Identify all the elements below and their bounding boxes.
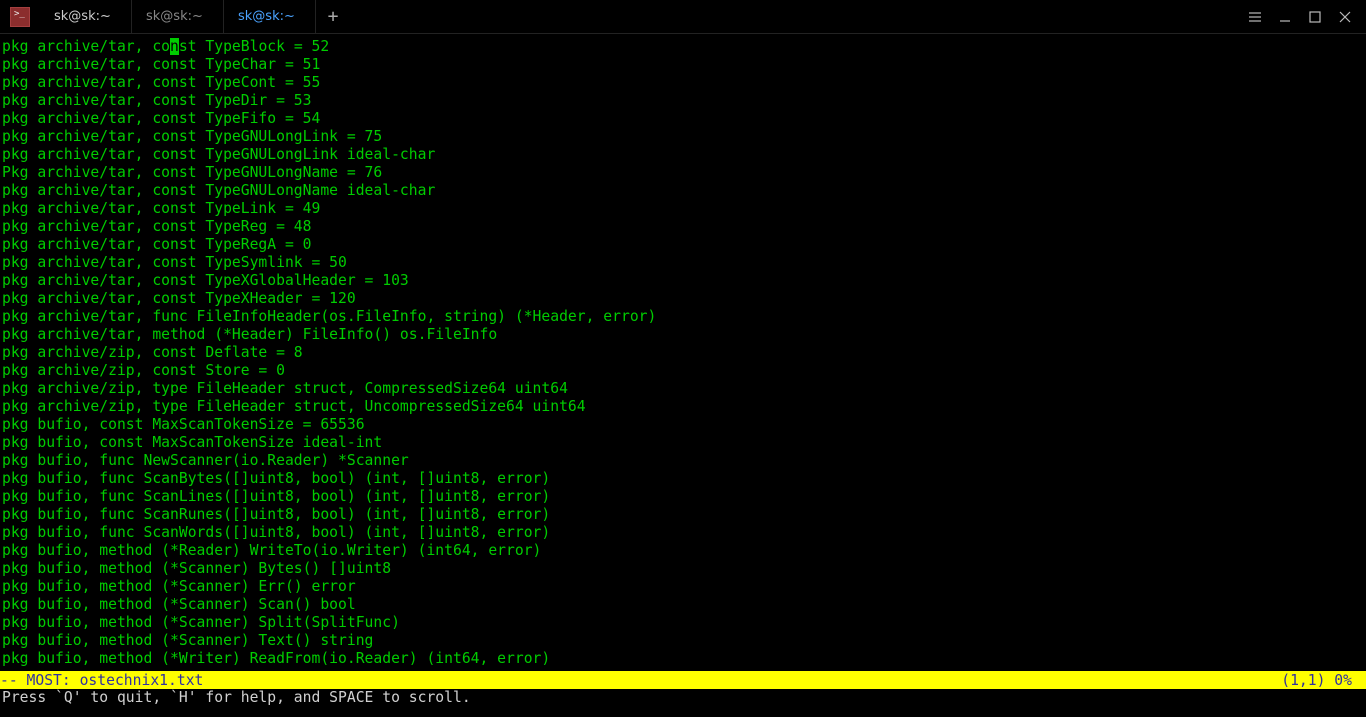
terminal-line: pkg bufio, method (*Scanner) Split(Split… <box>2 614 1364 632</box>
most-status-bar: -- MOST: ostechnix1.txt (1,1) 0% <box>0 671 1366 689</box>
titlebar-spacer <box>350 0 1234 33</box>
tabs: sk@sk:~ sk@sk:~ sk@sk:~ <box>40 0 316 33</box>
window-controls <box>1234 0 1366 33</box>
status-right: (1,1) 0% <box>1281 672 1362 689</box>
terminal-line: pkg bufio, method (*Reader) WriteTo(io.W… <box>2 542 1364 560</box>
terminal-line: pkg archive/tar, const TypeChar = 51 <box>2 56 1364 74</box>
terminal-line: pkg archive/tar, const TypeFifo = 54 <box>2 110 1364 128</box>
terminal-line: pkg archive/tar, const TypeRegA = 0 <box>2 236 1364 254</box>
terminal-line: Pkg archive/tar, const TypeGNULongName =… <box>2 164 1364 182</box>
terminal-line: pkg bufio, method (*Scanner) Text() stri… <box>2 632 1364 650</box>
window-maximize-icon[interactable] <box>1308 10 1322 24</box>
window-close-icon[interactable] <box>1338 10 1352 24</box>
tab-label: sk@sk:~ <box>238 9 295 24</box>
terminal-line: pkg archive/tar, method (*Header) FileIn… <box>2 326 1364 344</box>
terminal-line: pkg bufio, method (*Scanner) Bytes() []u… <box>2 560 1364 578</box>
terminal-line: pkg archive/tar, const TypeGNULongName i… <box>2 182 1364 200</box>
terminal-line: pkg archive/tar, const TypeCont = 55 <box>2 74 1364 92</box>
window-minimize-icon[interactable] <box>1278 10 1292 24</box>
terminal-line: pkg bufio, method (*Scanner) Scan() bool <box>2 596 1364 614</box>
terminal-line: pkg archive/tar, func FileInfoHeader(os.… <box>2 308 1364 326</box>
terminal-line: pkg archive/tar, const TypeBlock = 52 <box>2 38 1364 56</box>
terminal-line: pkg bufio, method (*Writer) ReadFrom(io.… <box>2 650 1364 668</box>
status-left: -- MOST: ostechnix1.txt <box>0 672 203 689</box>
terminal-line: pkg bufio, func ScanRunes([]uint8, bool)… <box>2 506 1364 524</box>
tab-0[interactable]: sk@sk:~ <box>40 0 132 33</box>
terminal-line: pkg archive/tar, const TypeXHeader = 120 <box>2 290 1364 308</box>
terminal-app-icon <box>0 0 40 33</box>
terminal-line: pkg bufio, func ScanWords([]uint8, bool)… <box>2 524 1364 542</box>
titlebar: sk@sk:~ sk@sk:~ sk@sk:~ + <box>0 0 1366 34</box>
terminal-line: pkg archive/zip, type FileHeader struct,… <box>2 398 1364 416</box>
terminal-line: pkg archive/tar, const TypeXGlobalHeader… <box>2 272 1364 290</box>
new-tab-button[interactable]: + <box>316 0 350 33</box>
tab-2[interactable]: sk@sk:~ <box>224 0 316 33</box>
terminal-icon <box>10 7 30 27</box>
terminal-line: pkg archive/tar, const TypeGNULongLink =… <box>2 128 1364 146</box>
tab-1[interactable]: sk@sk:~ <box>132 0 224 33</box>
terminal-line: pkg archive/tar, const TypeReg = 48 <box>2 218 1364 236</box>
terminal-line: pkg bufio, const MaxScanTokenSize ideal-… <box>2 434 1364 452</box>
terminal-line: pkg archive/tar, const TypeGNULongLink i… <box>2 146 1364 164</box>
terminal-line: pkg bufio, method (*Scanner) Err() error <box>2 578 1364 596</box>
terminal-output[interactable]: pkg archive/tar, const TypeBlock = 52pkg… <box>0 34 1366 668</box>
terminal-line: pkg bufio, func ScanLines([]uint8, bool)… <box>2 488 1364 506</box>
terminal-line: pkg archive/zip, const Store = 0 <box>2 362 1364 380</box>
terminal-line: pkg bufio, func ScanBytes([]uint8, bool)… <box>2 470 1364 488</box>
terminal-line: pkg archive/tar, const TypeLink = 49 <box>2 200 1364 218</box>
terminal-line: pkg bufio, const MaxScanTokenSize = 6553… <box>2 416 1364 434</box>
terminal-line: pkg archive/tar, const TypeSymlink = 50 <box>2 254 1364 272</box>
text-cursor: n <box>170 38 179 55</box>
plus-icon: + <box>328 6 339 27</box>
terminal-line: pkg bufio, func NewScanner(io.Reader) *S… <box>2 452 1364 470</box>
most-hint-line: Press `Q' to quit, `H' for help, and SPA… <box>0 689 1366 707</box>
tab-label: sk@sk:~ <box>146 9 203 24</box>
terminal-line: pkg archive/tar, const TypeDir = 53 <box>2 92 1364 110</box>
tab-label: sk@sk:~ <box>54 9 111 24</box>
terminal-line: pkg archive/zip, const Deflate = 8 <box>2 344 1364 362</box>
terminal-line: pkg archive/zip, type FileHeader struct,… <box>2 380 1364 398</box>
menu-icon[interactable] <box>1248 10 1262 24</box>
